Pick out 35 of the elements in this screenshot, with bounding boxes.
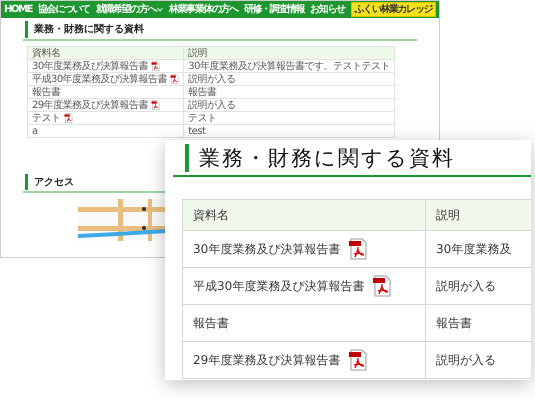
table-header-cell: 説明: [426, 200, 531, 230]
table-cell: 29年度業務及び決算報告書: [28, 98, 184, 112]
pdf-icon[interactable]: [170, 74, 180, 84]
pdf-icon[interactable]: [348, 349, 368, 371]
table-cell: テスト: [184, 112, 394, 124]
nav-link[interactable]: HOME: [4, 3, 32, 16]
nav-link[interactable]: 研修・調査情報: [244, 3, 304, 16]
table-cell: 平成30年度業務及び決算報告書: [28, 72, 184, 86]
nav-button[interactable]: ふくい林業カレッジ: [350, 2, 436, 17]
table-cell: a: [28, 124, 184, 138]
table-cell: 説明が入る: [184, 98, 394, 112]
pdf-icon[interactable]: [372, 275, 392, 297]
pdf-icon[interactable]: [151, 100, 160, 110]
nav-link[interactable]: 就職希望の方へ: [96, 3, 163, 16]
table-cell: test: [184, 124, 394, 138]
pdf-icon[interactable]: [151, 61, 160, 71]
table-cell: 報告書: [182, 304, 426, 342]
table-cell: 報告書: [184, 86, 394, 98]
table-header-cell: 資料名: [28, 46, 184, 60]
caret-icon: [156, 7, 163, 12]
pdf-icon[interactable]: [348, 238, 368, 260]
table-cell: 30年度業務及び決算報告書: [28, 60, 184, 72]
table-cell: 30年度業務及び決算報告書: [182, 230, 426, 268]
nav-link[interactable]: 協会について: [38, 3, 90, 16]
table-cell: 報告書: [28, 86, 184, 98]
nav-link[interactable]: お知らせ: [310, 3, 345, 16]
table-header-cell: 資料名: [182, 200, 426, 230]
table-cell: 説明が入る: [184, 72, 394, 86]
table-cell: テスト: [28, 112, 184, 124]
table-header-cell: 説明: [184, 46, 394, 60]
table-cell: 29年度業務及び決算報告書: [182, 342, 426, 378]
table-cell: 平成30年度業務及び決算報告書: [182, 268, 426, 304]
nav-link[interactable]: 林業事業体の方へ: [169, 3, 238, 16]
table-cell: 30年度業務及び決算報告書です。テストテスト: [184, 60, 394, 72]
pdf-icon[interactable]: [64, 113, 72, 123]
